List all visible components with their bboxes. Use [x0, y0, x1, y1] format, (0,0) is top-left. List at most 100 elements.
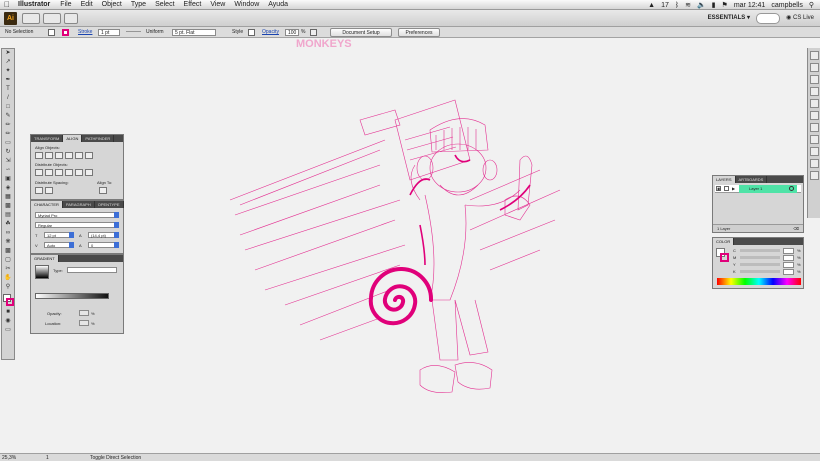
- distribute-bottom-button[interactable]: [55, 169, 63, 176]
- tab-paragraph[interactable]: PARAGRAPH: [63, 201, 95, 208]
- distribute-left-button[interactable]: [65, 169, 73, 176]
- align-panel-tabs: TRANSFORM ALIGN PATHFINDER: [31, 135, 123, 142]
- layer-count: 1 Layer: [717, 226, 731, 231]
- transparency-icon[interactable]: [809, 135, 819, 144]
- page-number[interactable]: 1: [46, 455, 49, 461]
- delete-layer-icon[interactable]: ⌫: [793, 226, 799, 231]
- c-slider[interactable]: [740, 249, 780, 252]
- k-slider[interactable]: [740, 270, 780, 273]
- artwork-header-text: MONKEYS: [296, 38, 352, 50]
- target-circle-icon[interactable]: [789, 186, 794, 191]
- font-size-value: 12 pt: [47, 233, 56, 238]
- gradient-type-label: Type:: [53, 268, 63, 273]
- distribute-center-h-button[interactable]: [75, 169, 83, 176]
- font-size-field[interactable]: 12 pt: [44, 232, 74, 238]
- y-value-field[interactable]: [783, 262, 794, 268]
- y-unit: %: [797, 262, 801, 267]
- stroke-icon[interactable]: [809, 123, 819, 132]
- tab-color[interactable]: COLOR: [713, 238, 735, 245]
- distribute-right-button[interactable]: [85, 169, 93, 176]
- tracking-value: 0: [91, 243, 94, 248]
- layer-name[interactable]: Layer 1: [749, 186, 762, 191]
- tab-opentype[interactable]: OPENTYPE: [95, 201, 124, 208]
- align-to-label: Align To:: [97, 180, 113, 185]
- tab-artboards[interactable]: ARTBOARDS: [736, 176, 768, 183]
- m-slider[interactable]: [740, 256, 780, 259]
- character-panel: CHARACTER PARAGRAPH OPENTYPE Myriad Pro …: [30, 200, 124, 254]
- k-value-field[interactable]: [783, 269, 794, 275]
- tab-transform[interactable]: TRANSFORM: [31, 135, 64, 142]
- kerning-icon: V: [35, 243, 38, 248]
- tracking-icon: A: [79, 243, 82, 248]
- layers-panel-tabs: LAYERS ARTBOARDS: [713, 176, 803, 183]
- distribute-spacing-v-button[interactable]: [35, 187, 43, 194]
- color-guide-icon[interactable]: [809, 51, 819, 60]
- m-value-field[interactable]: [783, 255, 794, 261]
- font-size-icon: T: [35, 233, 38, 238]
- c-unit: %: [797, 248, 801, 253]
- font-style-select[interactable]: Regular: [35, 222, 119, 228]
- align-objects-label: Align Objects:: [35, 145, 60, 150]
- align-bottom-button[interactable]: [85, 152, 93, 159]
- align-right-button[interactable]: [55, 152, 63, 159]
- gradient-panel-tabs: GRADIENT: [31, 255, 123, 262]
- zoom-level[interactable]: 25,3%: [2, 455, 16, 461]
- visibility-eye-icon[interactable]: ◉: [716, 186, 721, 191]
- align-to-selector: [99, 187, 107, 194]
- gradient-opacity-field[interactable]: [79, 310, 89, 316]
- channel-m-label: M: [733, 255, 737, 260]
- gradient-location-field[interactable]: [79, 320, 89, 326]
- expand-triangle-icon[interactable]: ▶: [732, 186, 735, 191]
- gradient-panel: GRADIENT Type: Opacity: % Location: %: [30, 254, 124, 334]
- color-stroke-swatch[interactable]: [720, 253, 729, 262]
- tab-align[interactable]: ALIGN: [63, 135, 83, 142]
- font-style-value: Regular: [38, 223, 53, 228]
- align-top-button[interactable]: [65, 152, 73, 159]
- layers-dock-icon[interactable]: [809, 147, 819, 156]
- graphic-styles-icon[interactable]: [809, 99, 819, 108]
- distribute-spacing-h-button[interactable]: [45, 187, 53, 194]
- channel-k-label: K: [733, 269, 736, 274]
- panel-dock: [807, 48, 820, 218]
- align-panel: TRANSFORM ALIGN PATHFINDER Align Objects…: [30, 134, 124, 200]
- align-to-button[interactable]: [99, 187, 107, 194]
- swatches-icon[interactable]: [809, 63, 819, 72]
- appearance-icon[interactable]: [809, 111, 819, 120]
- tab-pathfinder[interactable]: PATHFINDER: [82, 135, 115, 142]
- symbols-icon[interactable]: [809, 87, 819, 96]
- c-value-field[interactable]: [783, 248, 794, 254]
- color-panel-tabs: COLOR: [713, 238, 803, 245]
- gradient-preview-swatch[interactable]: [35, 265, 49, 279]
- font-family-select[interactable]: Myriad Pro: [35, 212, 119, 218]
- gradient-opacity-unit: %: [91, 311, 95, 316]
- layer-row[interactable]: ◉ ▶ Layer 1: [715, 185, 801, 193]
- links-icon[interactable]: [809, 171, 819, 180]
- leading-value: (14,4 pt): [91, 233, 106, 238]
- color-panel: COLOR C M Y K % % % %: [712, 237, 804, 289]
- gradient-type-select[interactable]: [67, 267, 117, 273]
- distribute-center-v-button[interactable]: [45, 169, 53, 176]
- distribute-objects-label: Distribute Objects:: [35, 162, 68, 167]
- tracking-field[interactable]: 0: [88, 242, 119, 248]
- status-bar: 25,3% 1 Toggle Direct Selection: [0, 453, 820, 461]
- color-spectrum[interactable]: [717, 278, 801, 285]
- artboards-dock-icon[interactable]: [809, 159, 819, 168]
- align-center-v-button[interactable]: [75, 152, 83, 159]
- tab-layers[interactable]: LAYERS: [713, 176, 736, 183]
- align-left-button[interactable]: [35, 152, 43, 159]
- character-panel-tabs: CHARACTER PARAGRAPH OPENTYPE: [31, 201, 124, 208]
- kerning-value: Auto: [47, 243, 56, 248]
- gradient-slider[interactable]: [35, 293, 109, 299]
- current-tool-status[interactable]: Toggle Direct Selection: [90, 455, 141, 461]
- layers-footer: 1 Layer ⌫: [713, 224, 803, 232]
- tab-character[interactable]: CHARACTER: [31, 201, 63, 208]
- align-center-h-button[interactable]: [45, 152, 53, 159]
- kerning-field[interactable]: Auto: [44, 242, 74, 248]
- tab-gradient[interactable]: GRADIENT: [31, 255, 59, 262]
- lock-toggle-icon[interactable]: [724, 186, 729, 191]
- channel-y-label: Y: [733, 262, 736, 267]
- leading-field[interactable]: (14,4 pt): [88, 232, 119, 238]
- brushes-icon[interactable]: [809, 75, 819, 84]
- distribute-top-button[interactable]: [35, 169, 43, 176]
- y-slider[interactable]: [740, 263, 780, 266]
